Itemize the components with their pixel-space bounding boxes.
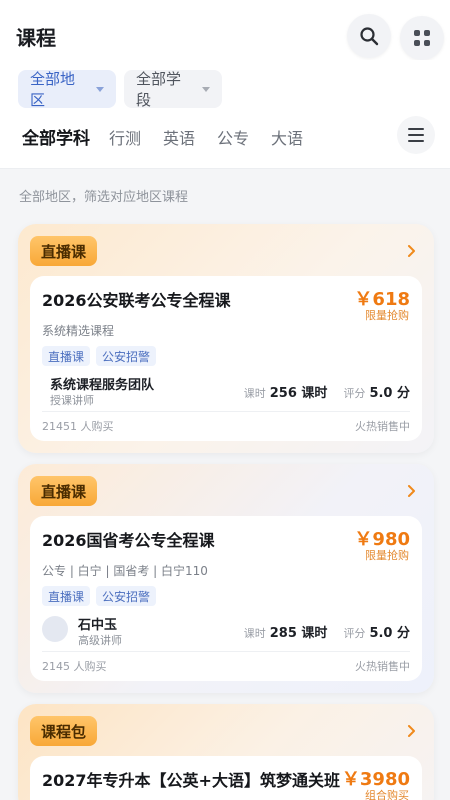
menu-icon — [408, 128, 424, 142]
rating-label: 评分 — [343, 627, 366, 640]
course-subtitle: 系统精选课程 — [42, 324, 115, 338]
divider — [0, 168, 450, 169]
card-arrow-button[interactable] — [398, 238, 424, 264]
card-arrow-button[interactable] — [398, 478, 424, 504]
course-detail-panel: 2027年专升本【公英+大语】筑梦通关班 ￥3980 组合购买 — [30, 756, 422, 800]
chevron-down-icon — [96, 86, 104, 92]
card-arrow-button[interactable] — [398, 718, 424, 744]
course-title: 2026公安联考公专全程课 — [42, 291, 231, 310]
course-card[interactable]: 直播课 2026公安联考公专全程课 ￥618 限量抢购 系统精选课程 直播课 公… — [18, 224, 434, 453]
region-hint: 全部地区，筛选对应地区课程 — [19, 190, 189, 205]
page-title: 课程 — [16, 26, 56, 50]
course-title: 2026国省考公专全程课 — [42, 531, 215, 550]
course-stats: 课时 285 课时 评分 5.0 分 — [244, 622, 410, 641]
avatar — [42, 616, 68, 642]
chevron-right-icon — [408, 245, 415, 257]
teacher-role: 授课讲师 — [50, 394, 94, 407]
hours-value: 285 课时 — [269, 626, 328, 641]
course-tag: 公安招警 — [96, 346, 157, 366]
teacher-role: 高级讲师 — [78, 634, 122, 647]
course-tag: 直播课 — [42, 346, 91, 366]
divider — [42, 411, 410, 412]
course-type-badge: 课程包 — [30, 716, 98, 746]
course-card[interactable]: 课程包 2027年专升本【公英+大语】筑梦通关班 ￥3980 组合购买 — [18, 704, 434, 800]
course-type-badge: 直播课 — [30, 236, 98, 266]
chevron-down-icon — [202, 86, 210, 92]
app-header: 课程 — [0, 0, 450, 60]
course-detail-panel: 2026国省考公专全程课 ￥980 限量抢购 公专 | 白宁 | 国省考 | 白… — [30, 516, 422, 681]
category-grid-button[interactable] — [400, 16, 444, 60]
hours-label: 课时 — [243, 387, 266, 400]
buyer-count: 21451 人购买 — [42, 420, 114, 433]
hours-value: 256 课时 — [269, 386, 328, 401]
stage-filter[interactable]: 全部学段 — [124, 70, 222, 109]
tab-xingce[interactable]: 行测 — [109, 125, 141, 149]
course-type-badge: 直播课 — [30, 476, 98, 506]
sale-status: 火热销售中 — [355, 660, 410, 673]
filter-bar: 全部地区 全部学段 — [0, 60, 450, 168]
tab-english[interactable]: 英语 — [163, 125, 195, 149]
course-title: 2027年专升本【公英+大语】筑梦通关班 — [42, 771, 340, 790]
search-icon — [360, 27, 379, 46]
buyer-count: 2145 人购买 — [42, 660, 107, 673]
course-tag: 直播课 — [42, 586, 91, 606]
stage-filter-label: 全部学段 — [136, 70, 182, 109]
course-stats: 课时 256 课时 评分 5.0 分 — [244, 382, 410, 401]
price-tag: 组合购买 — [365, 789, 409, 800]
region-filter[interactable]: 全部地区 — [18, 70, 116, 109]
course-card[interactable]: 直播课 2026国省考公专全程课 ￥980 限量抢购 公专 | 白宁 | 国省考… — [18, 464, 434, 693]
course-tags: 直播课 公安招警 — [42, 346, 157, 366]
price-tag: 限量抢购 — [365, 309, 409, 322]
teacher-name: 系统课程服务团队 — [50, 378, 155, 393]
chevron-right-icon — [408, 485, 415, 497]
course-tag: 公安招警 — [96, 586, 157, 606]
price-tag: 限量抢购 — [365, 549, 409, 562]
sale-status: 火热销售中 — [355, 420, 410, 433]
grid-icon — [414, 30, 430, 46]
course-detail-panel: 2026公安联考公专全程课 ￥618 限量抢购 系统精选课程 直播课 公安招警 … — [30, 276, 422, 441]
tab-dayu[interactable]: 大语 — [271, 125, 303, 149]
course-tags: 直播课 公安招警 — [42, 586, 157, 606]
teacher-name: 石中玉 — [78, 618, 118, 633]
tab-all-subjects[interactable]: 全部学科 — [22, 124, 90, 149]
course-subtitle: 公专 | 白宁 | 国省考 | 白宁110 — [42, 564, 208, 578]
divider — [42, 651, 410, 652]
region-filter-label: 全部地区 — [30, 70, 76, 109]
search-button[interactable] — [347, 14, 391, 58]
hours-label: 课时 — [243, 627, 266, 640]
chevron-right-icon — [408, 725, 415, 737]
rating-value: 5.0 分 — [369, 626, 410, 641]
subject-menu-button[interactable] — [397, 116, 435, 154]
rating-label: 评分 — [343, 387, 366, 400]
tab-gongzhuan[interactable]: 公专 — [217, 125, 249, 149]
rating-value: 5.0 分 — [369, 386, 410, 401]
